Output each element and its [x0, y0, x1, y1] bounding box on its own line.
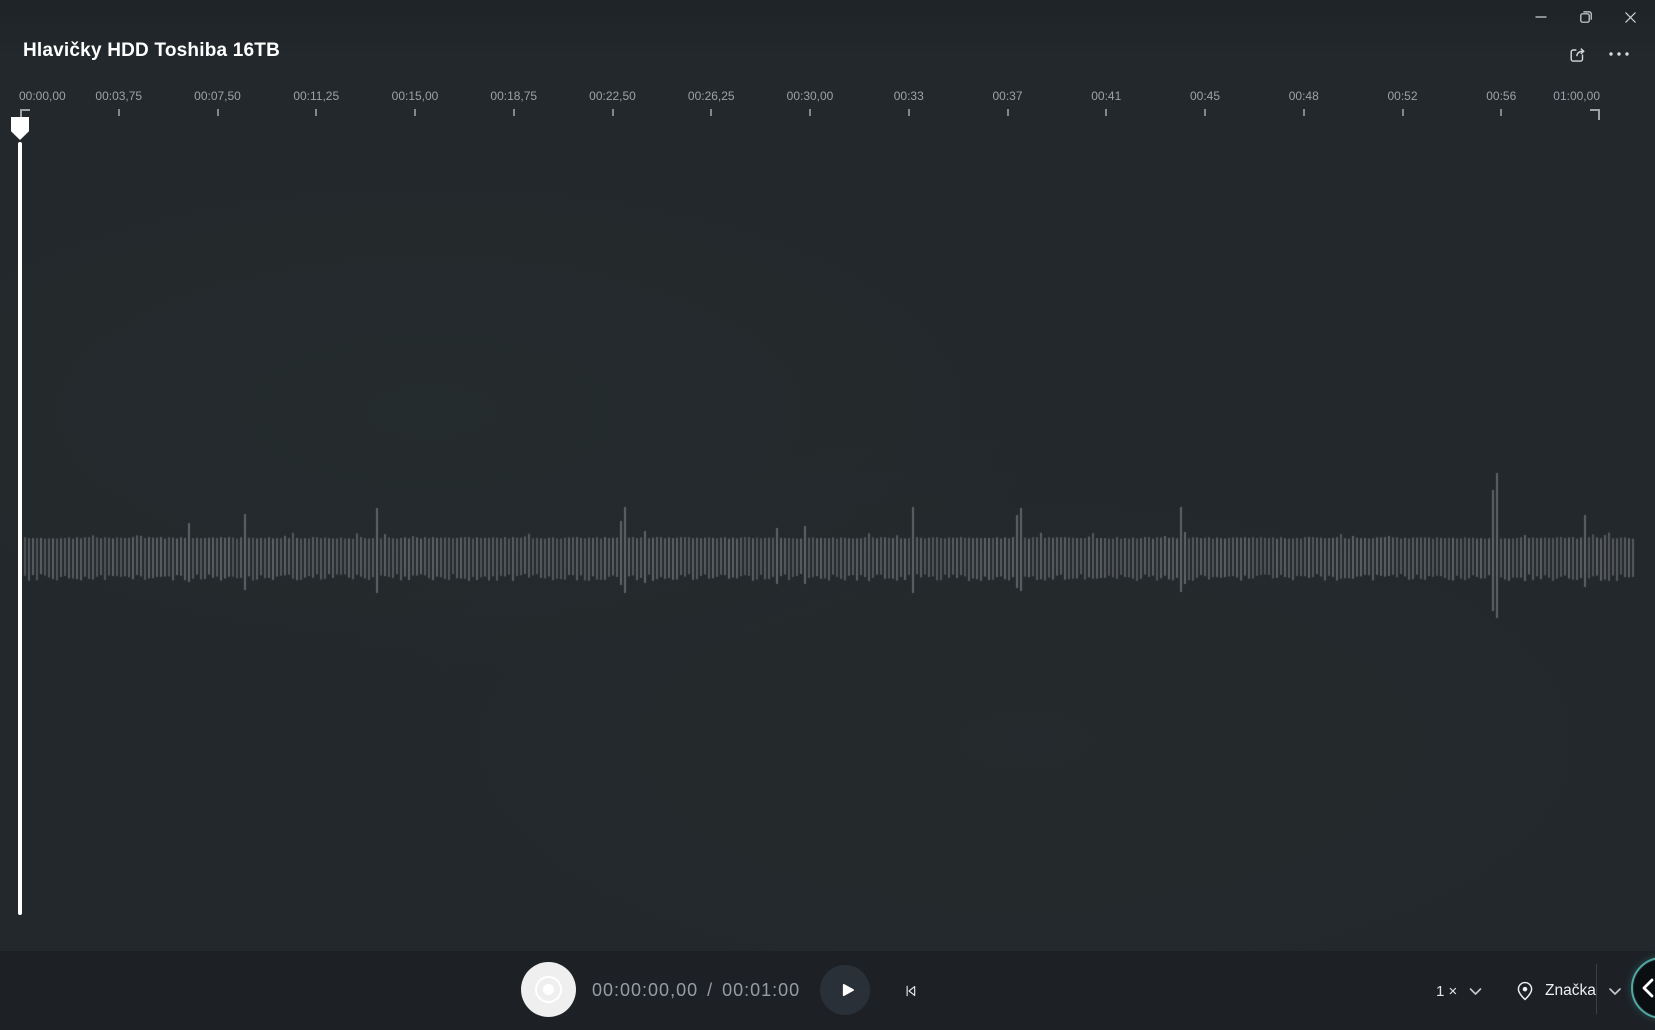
minimize-button[interactable] [1518, 0, 1563, 34]
ruler-tick [1402, 109, 1404, 116]
ruler-tick [809, 109, 811, 116]
ruler-tick-label: 00:48 [1289, 89, 1319, 103]
map-pin-icon [1514, 980, 1536, 1002]
marker-label: Značka [1545, 982, 1596, 1000]
ruler-tick [908, 109, 910, 116]
ruler-tick [1105, 109, 1107, 116]
ruler-tick [414, 109, 416, 116]
restore-button[interactable] [1563, 0, 1608, 34]
ruler-tick [513, 109, 515, 116]
recording-title: Hlavičky HDD Toshiba 16TB [23, 40, 280, 62]
collapse-panel-button[interactable] [1631, 957, 1655, 1019]
record-button[interactable] [521, 962, 576, 1017]
restore-icon [1579, 10, 1593, 24]
share-button[interactable] [1560, 39, 1594, 69]
ruler-tick [710, 109, 712, 116]
time-separator: / [707, 980, 713, 1001]
ruler-tick [612, 109, 614, 116]
ruler-tick [315, 109, 317, 116]
more-horizontal-icon [1608, 51, 1630, 57]
ruler-tick-label: 00:26,25 [688, 89, 735, 103]
ruler-tick-label: 00:18,75 [490, 89, 537, 103]
ruler-tick-label: 00:07,50 [194, 89, 241, 103]
window-controls [1518, 0, 1653, 34]
playback-speed-control[interactable]: 1 × [1430, 977, 1488, 1005]
chevron-down-icon [1608, 987, 1622, 996]
chevron-left-icon [1640, 977, 1655, 999]
chevron-down-icon [1469, 987, 1482, 996]
ruler-tick-label: 00:33 [894, 89, 924, 103]
ruler-tick-label: 00:15,00 [392, 89, 439, 103]
play-icon [836, 979, 858, 1001]
ruler-tick [1500, 109, 1502, 116]
close-button[interactable] [1608, 0, 1653, 34]
close-icon [1624, 11, 1637, 24]
divider [1596, 964, 1597, 1014]
minimize-icon [1534, 10, 1548, 24]
ruler-tick-label: 00:41 [1091, 89, 1121, 103]
ruler-tick-label: 00:11,25 [293, 89, 339, 103]
skip-to-start-icon [903, 980, 919, 1002]
transport-bar: 00:00:00,00 / 00:01:00 1 × Značka [0, 951, 1655, 1030]
speed-label: 1 × [1436, 983, 1457, 1000]
skip-to-start-button[interactable] [897, 978, 925, 1004]
add-marker-button[interactable]: Značka [1508, 975, 1602, 1007]
total-duration: 00:01:00 [722, 980, 800, 1001]
ruler-tick-label: 00:56 [1486, 89, 1516, 103]
ruler-tick-label: 00:37 [992, 89, 1022, 103]
ruler-tick-label: 00:00,00 [19, 89, 66, 103]
ruler-tick-label: 00:22,50 [589, 89, 636, 103]
ruler-tick-label: 00:30,00 [787, 89, 834, 103]
ruler-tick [1204, 109, 1206, 116]
playhead-line[interactable] [18, 142, 22, 915]
ruler-tick [1303, 109, 1305, 116]
ruler-tick-label: 00:52 [1387, 89, 1417, 103]
ruler-tick [1590, 109, 1600, 120]
more-options-button[interactable] [1602, 39, 1636, 69]
timeline-ruler: 00:00,00 00:03,75 00:07,50 00:11,25 00:15,00… [0, 89, 1655, 121]
waveform[interactable] [0, 0, 1655, 951]
ruler-tick [118, 109, 120, 116]
ruler-tick-label: 00:45 [1190, 89, 1220, 103]
app-window: Hlavičky HDD Toshiba 16TB 00:00,00 00:03,… [0, 0, 1655, 1030]
record-icon [535, 976, 562, 1003]
marker-list-toggle[interactable] [1602, 979, 1628, 1003]
time-display: 00:00:00,00 / 00:01:00 [592, 951, 800, 1030]
share-icon [1567, 44, 1588, 65]
ruler-tick [1007, 109, 1009, 116]
play-button[interactable] [820, 965, 870, 1015]
elapsed-time: 00:00:00,00 [592, 980, 698, 1001]
ruler-tick [217, 109, 219, 116]
ruler-tick-label: 00:03,75 [95, 89, 142, 103]
ruler-tick-label: 01:00,00 [1553, 89, 1600, 103]
